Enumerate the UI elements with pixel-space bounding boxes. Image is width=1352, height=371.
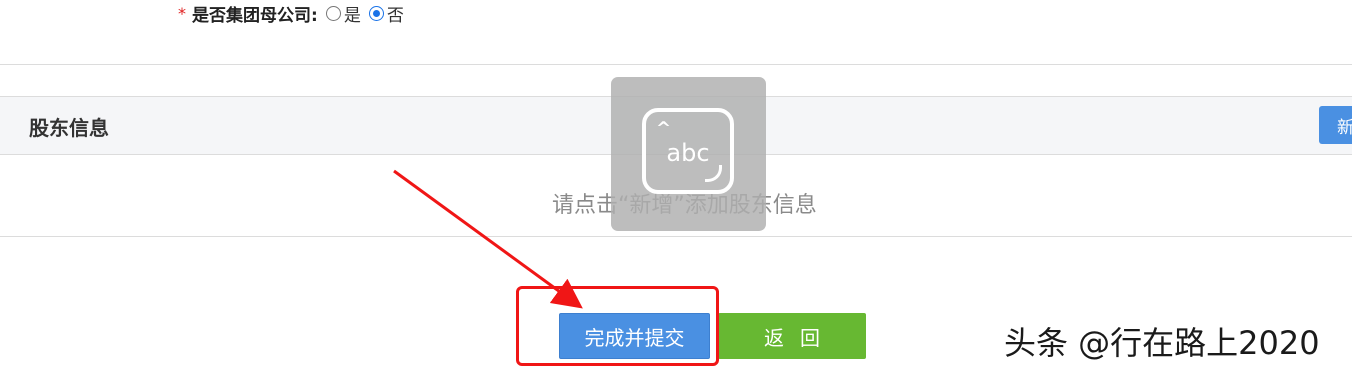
- annotation-highlight-box: [516, 286, 719, 366]
- required-marker: *: [178, 3, 186, 23]
- divider: [0, 64, 1352, 65]
- parent-company-label: 是否集团母公司:: [192, 5, 318, 26]
- section-title: 股东信息: [29, 116, 109, 140]
- add-shareholder-button[interactable]: 新增: [1319, 106, 1352, 144]
- divider: [0, 236, 1352, 237]
- keyboard-icon: ^ abc: [642, 108, 734, 194]
- ime-mode-indicator: ^ abc: [611, 77, 766, 231]
- caret-icon: ^: [656, 118, 672, 139]
- watermark-text: 头条 @行在路上2020: [1004, 324, 1320, 362]
- radio-label-yes: 是: [343, 5, 361, 26]
- radio-circle-yes[interactable]: [325, 5, 341, 21]
- radio-option-no[interactable]: 否: [368, 1, 404, 26]
- ime-mode-label: abc: [666, 139, 710, 167]
- back-button[interactable]: 返回: [718, 313, 866, 359]
- radio-label-no: 否: [386, 5, 404, 26]
- parent-company-field: * 是否集团母公司: 是 否: [178, 0, 412, 26]
- radio-option-yes[interactable]: 是: [325, 1, 361, 26]
- radio-circle-no[interactable]: [368, 5, 384, 21]
- ime-curve-icon: [705, 165, 722, 182]
